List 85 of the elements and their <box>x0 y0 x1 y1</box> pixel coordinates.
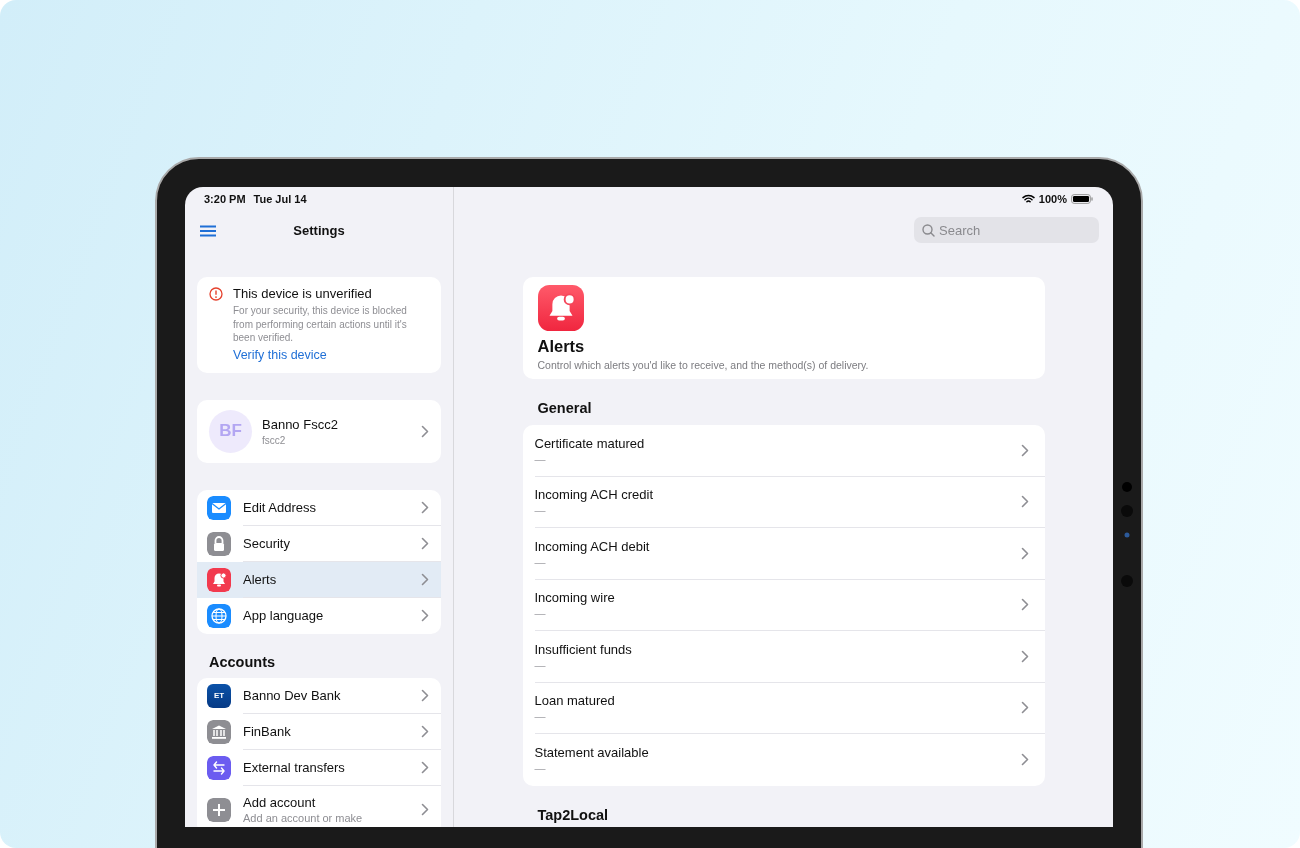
alert-label: Incoming wire <box>534 590 616 606</box>
profile-name: Banno Fscc2 <box>262 416 339 432</box>
item-subtitle: Add an account or make <box>243 812 364 824</box>
envelope-icon <box>207 495 231 520</box>
warning-icon <box>209 287 223 301</box>
section-header: Tap2Local <box>537 806 610 823</box>
alert-label: Incoming ACH credit <box>534 487 654 503</box>
search-icon <box>922 224 935 237</box>
page-description: Control which alerts you'd like to receive, and the method(s) of delivery. <box>537 359 869 371</box>
bank-logo: ET <box>207 683 231 708</box>
warning-message: For your security, this device is blocked from performing certain actions until it's been verified. <box>233 304 408 345</box>
alert-item[interactable]: Loan matured — <box>534 682 1045 734</box>
item-label: Edit Address <box>243 499 317 515</box>
alert-item[interactable]: Certificate matured — <box>534 425 1045 477</box>
profile-username: fscc2 <box>262 434 287 446</box>
alert-value: — <box>534 710 547 723</box>
alert-value: — <box>534 504 547 517</box>
menu-button[interactable] <box>199 224 217 237</box>
item-label: App language <box>243 608 325 623</box>
menu-item[interactable]: External transfers <box>197 749 441 786</box>
alert-label: Insufficient funds <box>534 641 633 657</box>
menu-item[interactable]: ET Banno Dev Bank <box>197 677 441 714</box>
chevron-icon <box>1020 443 1029 457</box>
chevron-icon <box>1020 701 1029 715</box>
avatar: BF <box>209 409 252 453</box>
item-label: FinBank <box>243 723 292 739</box>
chevron-icon <box>421 688 429 702</box>
menu-item[interactable]: App language <box>197 597 441 634</box>
chevron-icon <box>421 760 429 774</box>
page-heading: Alerts <box>537 337 585 356</box>
add-icon <box>207 797 231 822</box>
menu-item[interactable]: FinBank <box>197 713 441 750</box>
alert-label: Incoming ACH debit <box>534 538 651 554</box>
chevron-icon <box>1020 546 1029 560</box>
alert-label: Certificate matured <box>534 435 646 451</box>
chevron-icon <box>421 424 429 438</box>
item-label: Security <box>243 535 291 551</box>
bell-icon <box>207 567 231 592</box>
status-time: 3:20 PM <box>204 193 246 205</box>
menu-item[interactable]: Add account Add an account or make <box>197 785 441 827</box>
menu-item[interactable]: Security <box>197 525 441 562</box>
alert-value: — <box>534 762 547 775</box>
alert-item[interactable]: Incoming ACH credit — <box>534 476 1045 528</box>
transfer-arrows-icon <box>207 755 231 780</box>
warning-title: This device is unverified <box>233 286 373 302</box>
bank-icon <box>207 719 231 744</box>
bell-icon <box>537 285 584 331</box>
alert-value: — <box>534 452 547 465</box>
alert-value: — <box>534 607 547 620</box>
chevron-icon <box>1020 649 1029 663</box>
chevron-icon <box>421 724 429 738</box>
verify-link[interactable]: Verify this device <box>233 347 327 362</box>
chevron-icon <box>421 803 429 816</box>
chevron-icon <box>421 500 429 514</box>
status-date: Tue Jul 14 <box>253 193 307 205</box>
globe-icon <box>207 603 231 628</box>
chevron-icon <box>1020 495 1029 509</box>
alert-item[interactable]: Incoming wire — <box>534 579 1045 631</box>
item-label: External transfers <box>243 759 346 775</box>
item-label: Add account <box>243 795 317 810</box>
alert-item[interactable]: Insufficient funds — <box>534 631 1045 683</box>
alert-value: — <box>534 658 547 671</box>
menu-item[interactable]: Alerts <box>197 561 441 598</box>
battery-percent: 100% <box>1038 193 1067 205</box>
chevron-icon <box>421 572 429 586</box>
section-header: General <box>537 400 593 416</box>
item-label: Alerts <box>243 571 278 587</box>
chevron-icon <box>1020 598 1029 612</box>
menu-item[interactable]: Edit Address <box>197 489 441 526</box>
alert-label: Loan matured <box>534 693 616 709</box>
profile-card[interactable]: BF Banno Fscc2 fscc2 <box>197 399 441 463</box>
search-field[interactable]: Search <box>914 217 1099 243</box>
page-title: Settings <box>293 223 345 238</box>
battery-icon <box>1071 194 1093 204</box>
alert-item[interactable]: Statement available — <box>534 734 1045 786</box>
wifi-icon <box>1021 194 1035 204</box>
alert-value: — <box>534 555 547 568</box>
chevron-icon <box>421 536 429 550</box>
lock-icon <box>207 531 231 556</box>
item-label: Banno Dev Bank <box>243 687 342 703</box>
chevron-icon <box>1020 753 1029 767</box>
alert-label: Statement available <box>534 745 650 761</box>
section-header: Accounts <box>209 653 277 670</box>
chevron-icon <box>421 609 429 622</box>
alert-item[interactable]: Incoming ACH debit — <box>534 528 1045 580</box>
